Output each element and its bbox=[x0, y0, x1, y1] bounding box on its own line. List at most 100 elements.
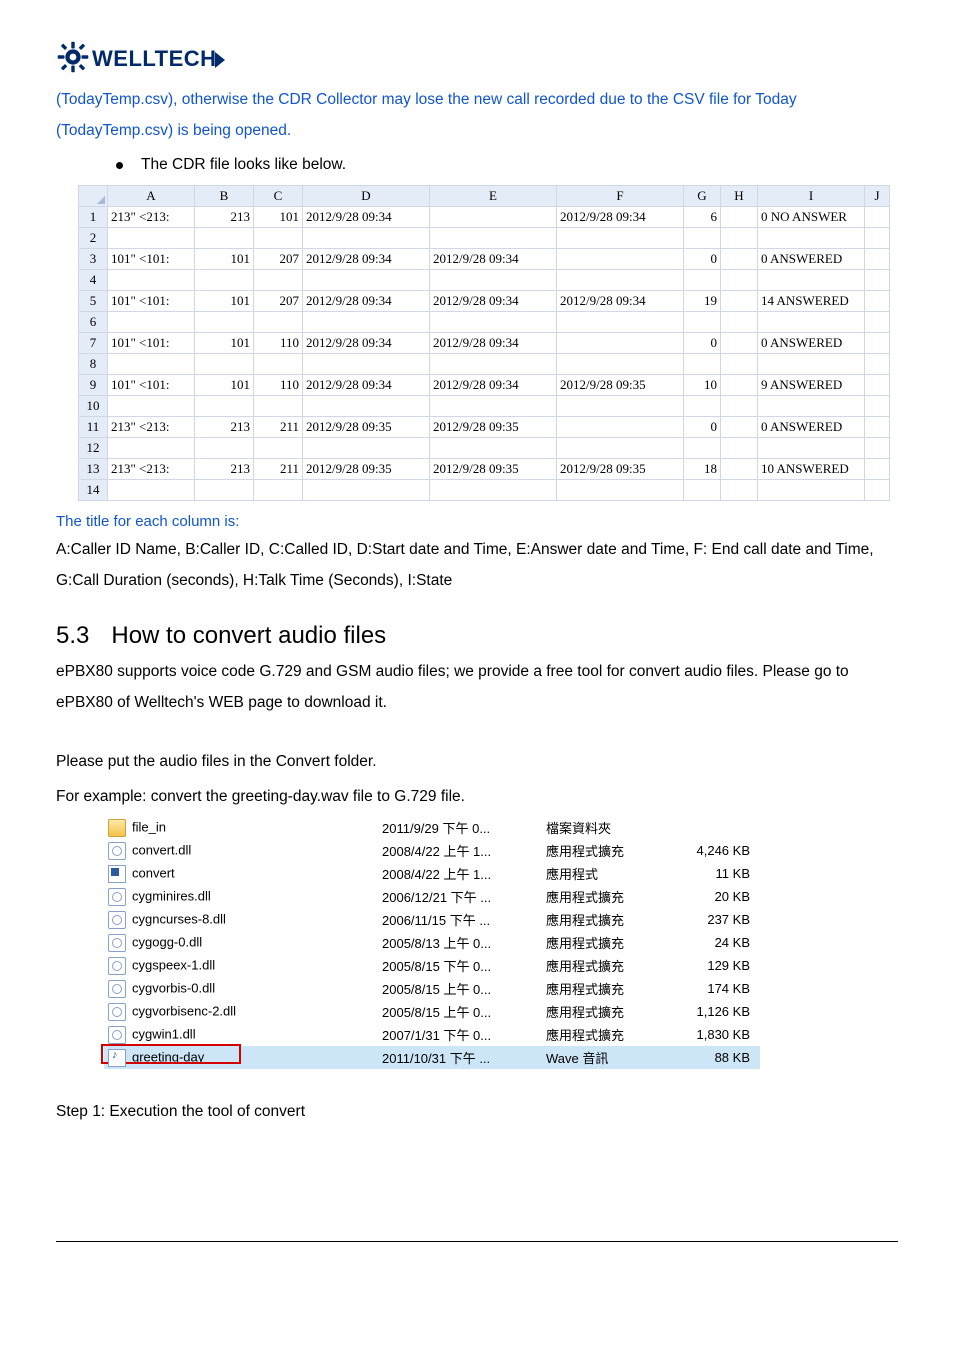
file-size bbox=[666, 816, 760, 839]
sheet-cell bbox=[430, 354, 557, 375]
file-name-cell[interactable]: cygminires.dll bbox=[104, 885, 378, 908]
sheet-cell bbox=[430, 228, 557, 249]
sheet-cell bbox=[195, 480, 254, 501]
sheet-cell: 211 bbox=[254, 417, 303, 438]
sheet-cell: 10 ANSWERED bbox=[758, 459, 865, 480]
intro-paragraph: (TodayTemp.csv), otherwise the CDR Colle… bbox=[56, 84, 898, 146]
sheet-cell: 213" <213: bbox=[108, 207, 195, 228]
sheet-cell bbox=[557, 270, 684, 291]
file-name-cell[interactable]: convert.dll bbox=[104, 839, 378, 862]
sheet-cell: 101 bbox=[195, 249, 254, 270]
file-size: 1,830 KB bbox=[666, 1023, 760, 1046]
file-row[interactable]: cygvorbis-0.dll2005/8/15 上午 0...應用程式擴充17… bbox=[104, 977, 760, 1000]
sheet-cell: 2012/9/28 09:34 bbox=[557, 207, 684, 228]
file-type: 應用程式擴充 bbox=[542, 977, 666, 1000]
file-row[interactable]: file_in2011/9/29 下午 0...檔案資料夾 bbox=[104, 816, 760, 839]
file-name: cygvorbis-0.dll bbox=[132, 980, 215, 995]
sheet-cell bbox=[430, 270, 557, 291]
file-type: 應用程式擴充 bbox=[542, 1023, 666, 1046]
sheet-cell bbox=[758, 354, 865, 375]
sheet-cell: 2012/9/28 09:34 bbox=[303, 333, 430, 354]
gear-icon bbox=[108, 1003, 126, 1021]
file-name-cell[interactable]: cygvorbis-0.dll bbox=[104, 977, 378, 1000]
sheet-cell: 0 ANSWERED bbox=[758, 417, 865, 438]
sheet-cell: 2012/9/28 09:34 bbox=[430, 375, 557, 396]
file-type: 檔案資料夾 bbox=[542, 816, 666, 839]
sheet-cell: 2012/9/28 09:35 bbox=[303, 459, 430, 480]
file-row[interactable]: cygvorbisenc-2.dll2005/8/15 上午 0...應用程式擴… bbox=[104, 1000, 760, 1023]
file-row[interactable]: convert2008/4/22 上午 1...應用程式11 KB bbox=[104, 862, 760, 885]
sheet-cell: 213 bbox=[195, 207, 254, 228]
file-name-cell[interactable]: cygvorbisenc-2.dll bbox=[104, 1000, 378, 1023]
file-list: file_in2011/9/29 下午 0...檔案資料夾convert.dll… bbox=[104, 816, 760, 1069]
sheet-cell: 6 bbox=[684, 207, 721, 228]
sheet-row-9: 9 bbox=[79, 375, 108, 396]
sheet-cell bbox=[865, 291, 890, 312]
file-name: convert.dll bbox=[132, 842, 191, 857]
sheet-cell: 213 bbox=[195, 459, 254, 480]
sheet-cell bbox=[557, 249, 684, 270]
file-size: 11 KB bbox=[666, 862, 760, 885]
file-size: 88 KB bbox=[666, 1046, 760, 1069]
file-row[interactable]: cygminires.dll2006/12/21 下午 ...應用程式擴充20 … bbox=[104, 885, 760, 908]
sheet-cell bbox=[865, 354, 890, 375]
file-date: 2007/1/31 下午 0... bbox=[378, 1023, 542, 1046]
file-row[interactable]: cygncurses-8.dll2006/11/15 下午 ...應用程式擴充2… bbox=[104, 908, 760, 931]
sheet-cell bbox=[865, 396, 890, 417]
file-name-cell[interactable]: cygspeex-1.dll bbox=[104, 954, 378, 977]
sheet-col-G: G bbox=[684, 186, 721, 207]
sheet-cell bbox=[430, 480, 557, 501]
sheet-row-12: 12 bbox=[79, 438, 108, 459]
sheet-cell bbox=[254, 228, 303, 249]
file-row[interactable]: cygogg-0.dll2005/8/13 上午 0...應用程式擴充24 KB bbox=[104, 931, 760, 954]
file-row[interactable]: cygspeex-1.dll2005/8/15 下午 0...應用程式擴充129… bbox=[104, 954, 760, 977]
sheet-cell: 101 bbox=[195, 291, 254, 312]
file-row[interactable]: convert.dll2008/4/22 上午 1...應用程式擴充4,246 … bbox=[104, 839, 760, 862]
file-size: 24 KB bbox=[666, 931, 760, 954]
file-date: 2005/8/15 上午 0... bbox=[378, 1000, 542, 1023]
file-name-cell[interactable]: cygogg-0.dll bbox=[104, 931, 378, 954]
file-name: cygvorbisenc-2.dll bbox=[132, 1003, 236, 1018]
sheet-cell bbox=[865, 312, 890, 333]
sheet-row-4: 4 bbox=[79, 270, 108, 291]
sheet-cell bbox=[557, 333, 684, 354]
sheet-col-J: J bbox=[865, 186, 890, 207]
column-title-body: A:Caller ID Name, B:Caller ID, C:Called … bbox=[56, 534, 898, 596]
sheet-cell bbox=[721, 249, 758, 270]
file-name-cell[interactable]: file_in bbox=[104, 816, 378, 839]
file-name: convert bbox=[132, 865, 175, 880]
sheet-col-I: I bbox=[758, 186, 865, 207]
sheet-cell: 101" <101: bbox=[108, 291, 195, 312]
gear-icon bbox=[108, 1026, 126, 1044]
sheet-cell: 101 bbox=[195, 333, 254, 354]
sheet-cell: 2012/9/28 09:35 bbox=[430, 417, 557, 438]
file-row[interactable]: cygwin1.dll2007/1/31 下午 0...應用程式擴充1,830 … bbox=[104, 1023, 760, 1046]
sheet-cell: 211 bbox=[254, 459, 303, 480]
sheet-cell: 2012/9/28 09:35 bbox=[430, 459, 557, 480]
file-name-cell[interactable]: cygwin1.dll bbox=[104, 1023, 378, 1046]
sheet-cell bbox=[430, 396, 557, 417]
spreadsheet: ABCDEFGHIJ1213" <213:2131012012/9/28 09:… bbox=[78, 185, 890, 501]
sheet-cell bbox=[684, 396, 721, 417]
sheet-cell: 2012/9/28 09:34 bbox=[303, 291, 430, 312]
sheet-cell: 2012/9/28 09:34 bbox=[303, 207, 430, 228]
sheet-cell bbox=[721, 417, 758, 438]
section-body-2: Please put the audio files in the Conver… bbox=[56, 746, 898, 777]
sheet-cell: 2012/9/28 09:34 bbox=[303, 249, 430, 270]
sheet-cell bbox=[865, 228, 890, 249]
sheet-col-B: B bbox=[195, 186, 254, 207]
file-name-cell[interactable]: cygncurses-8.dll bbox=[104, 908, 378, 931]
sheet-cell: 2012/9/28 09:34 bbox=[430, 291, 557, 312]
sheet-cell bbox=[684, 354, 721, 375]
sheet-cell bbox=[303, 312, 430, 333]
sheet-cell: 14 ANSWERED bbox=[758, 291, 865, 312]
file-size: 1,126 KB bbox=[666, 1000, 760, 1023]
sheet-cell bbox=[557, 312, 684, 333]
audio-icon bbox=[108, 1049, 126, 1067]
file-row[interactable]: greeting-day2011/10/31 下午 ...Wave 音訊88 K… bbox=[104, 1046, 760, 1069]
footer-rule bbox=[56, 1241, 898, 1242]
file-name-cell[interactable]: convert bbox=[104, 862, 378, 885]
file-name-cell[interactable]: greeting-day bbox=[104, 1046, 378, 1069]
sheet-cell: 110 bbox=[254, 333, 303, 354]
sheet-cell bbox=[254, 396, 303, 417]
